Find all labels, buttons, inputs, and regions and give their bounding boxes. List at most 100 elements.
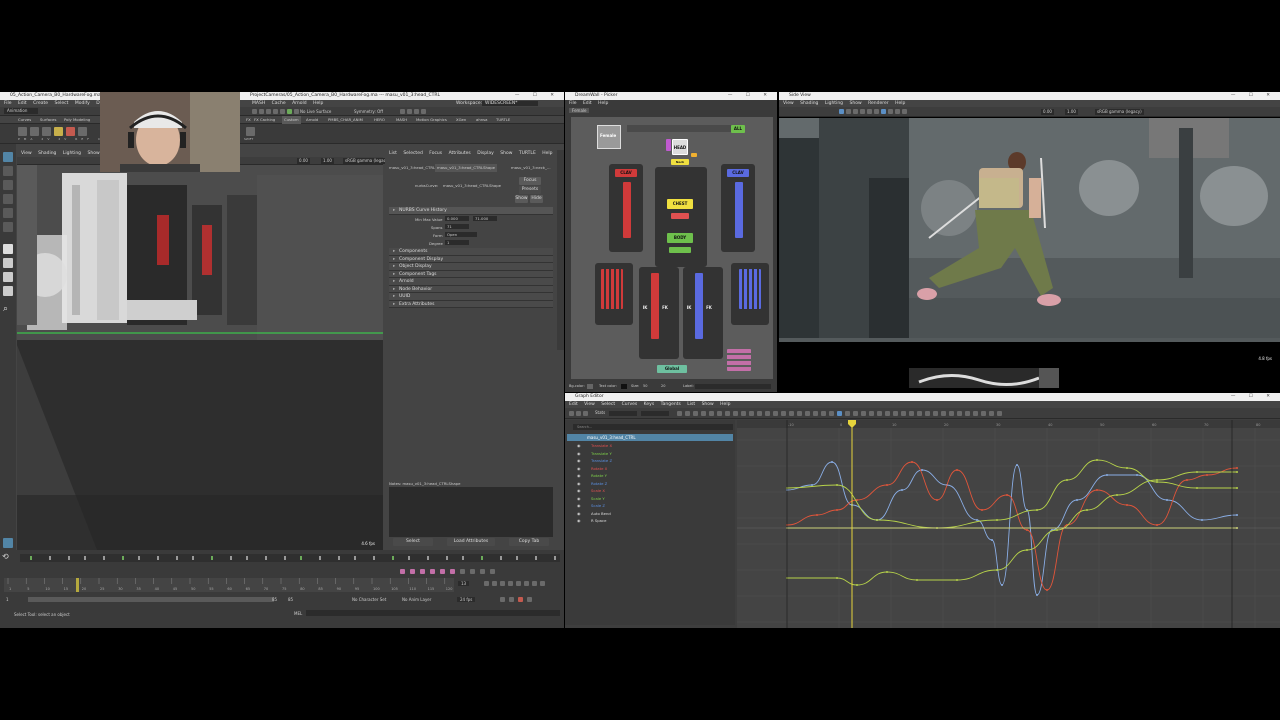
ae-menu-attributes[interactable]: Attributes <box>449 151 471 156</box>
key-point[interactable] <box>911 461 913 463</box>
live-surface[interactable]: No Live Surface <box>300 108 331 115</box>
ge-menu-tangents[interactable]: Tangents <box>661 402 681 407</box>
key-point[interactable] <box>816 514 818 516</box>
eye-icon[interactable]: ◉ <box>577 472 581 480</box>
ge-channel-row[interactable]: ◉ Auto Bend <box>565 510 731 518</box>
menu-cache[interactable]: Cache <box>272 101 286 106</box>
ae-show-button[interactable]: Show <box>515 195 528 203</box>
dope-key[interactable] <box>49 556 51 560</box>
shelf-tab-hero[interactable]: HERO <box>374 116 385 124</box>
key-point[interactable] <box>1106 474 1108 476</box>
mel-command-line[interactable] <box>306 610 560 616</box>
ge-frame-all-icon[interactable] <box>677 411 682 416</box>
vp-menu-shading[interactable]: Shading <box>38 151 56 156</box>
ge-normalize-icon[interactable] <box>837 411 842 416</box>
sv-xray-icon[interactable] <box>902 109 907 114</box>
dope-key[interactable] <box>427 556 429 560</box>
bg-color-swatch[interactable] <box>587 384 593 389</box>
ae-focus-button[interactable]: Focus <box>519 177 541 185</box>
shelf-tab-curves[interactable]: Curves <box>18 116 31 124</box>
dope-key[interactable] <box>68 556 70 560</box>
key-point[interactable] <box>916 579 918 581</box>
ae-menu-turtle[interactable]: TURTLE <box>519 151 536 156</box>
key-point[interactable] <box>1026 529 1028 531</box>
menu-mash[interactable]: MASH <box>252 101 265 106</box>
key-point[interactable] <box>1156 524 1158 526</box>
dope-key[interactable] <box>462 556 464 560</box>
key-point[interactable] <box>1046 589 1048 591</box>
dope-key[interactable] <box>354 556 356 560</box>
key-point[interactable] <box>996 519 998 521</box>
key-point[interactable] <box>1066 479 1068 481</box>
key-point[interactable] <box>1016 464 1018 466</box>
go-end-icon[interactable] <box>540 581 545 586</box>
shelf-tab-pmbs[interactable]: PMBS_CHAR_ANIM <box>328 116 363 124</box>
snap-view-icon[interactable] <box>280 109 285 114</box>
ge-auto-tangent-icon[interactable] <box>693 411 698 416</box>
ae-menu-display[interactable]: Display <box>477 151 494 156</box>
eye-icon[interactable]: ◉ <box>577 487 581 495</box>
go-start-icon[interactable] <box>484 581 489 586</box>
picker-menu-help[interactable]: Help <box>598 101 608 106</box>
key-point[interactable] <box>1086 509 1088 511</box>
dope-key[interactable] <box>230 556 232 560</box>
shelf-tab-mash[interactable]: MASH <box>396 116 407 124</box>
key-point[interactable] <box>1096 489 1098 491</box>
ge-channel-row[interactable]: ◉ Rotate Z <box>565 480 731 488</box>
dope-key[interactable] <box>176 556 178 560</box>
magnet-icon[interactable] <box>252 109 257 114</box>
dope-key[interactable] <box>446 556 448 560</box>
key-point[interactable] <box>996 569 998 571</box>
fps-dropdown[interactable]: 24 fps <box>457 597 476 602</box>
key-point[interactable] <box>886 571 888 573</box>
layout-single-icon[interactable] <box>3 244 13 254</box>
shelf-dsp-icon[interactable] <box>78 127 87 136</box>
ge-menu-show[interactable]: Show <box>702 402 714 407</box>
ge-more-icon[interactable] <box>997 411 1002 416</box>
menu-select[interactable]: Select <box>55 101 69 106</box>
autokey-icon[interactable] <box>518 597 523 602</box>
snap-curve-icon[interactable] <box>266 109 271 114</box>
range-start-field[interactable]: 1 <box>6 597 9 602</box>
key-point[interactable] <box>1036 594 1038 596</box>
shelf-2v2-icon[interactable] <box>42 127 51 136</box>
sv-isolate-icon[interactable] <box>895 109 900 114</box>
ae-section-nurbs[interactable]: NURBS Curve History <box>389 207 553 215</box>
key-point[interactable] <box>1076 499 1078 501</box>
key-point[interactable] <box>1036 509 1038 511</box>
character-set[interactable]: No Character Set <box>352 597 386 602</box>
ge-pin-icon[interactable] <box>949 411 954 416</box>
key-point[interactable] <box>976 519 978 521</box>
shelf-tab-xgen[interactable]: XGen <box>456 116 466 124</box>
ae-presets-button[interactable]: Presets <box>519 186 541 194</box>
layout-two-icon[interactable] <box>3 272 13 282</box>
dope-key[interactable] <box>157 556 159 560</box>
ge-buffer-icon[interactable] <box>781 411 786 416</box>
eye-icon[interactable]: ◉ <box>577 510 581 518</box>
curve-red[interactable] <box>786 461 1238 591</box>
ge-channel-row[interactable]: ◉ Scale X <box>565 487 731 495</box>
ae-load-button[interactable]: Load Attributes <box>447 538 495 546</box>
ae-tab-shape[interactable]: masu_v01_3:head_CTRLShape <box>435 164 497 172</box>
ae-section-uuid[interactable]: UUID <box>389 293 553 301</box>
current-frame-field[interactable]: 13 <box>458 581 470 586</box>
ae-menu-show[interactable]: Show <box>500 151 512 156</box>
range-end2-field[interactable]: 85 <box>288 597 293 602</box>
side-view-viewport[interactable]: 4.8 fps <box>779 118 1280 366</box>
ge-snap-icon[interactable] <box>901 411 906 416</box>
ae-max-field[interactable]: 71.000 <box>473 216 497 221</box>
sv-ao-icon[interactable] <box>881 109 886 114</box>
key-point[interactable] <box>1126 504 1128 506</box>
shelf-2v-icon[interactable] <box>30 127 39 136</box>
shelf-pma-icon[interactable] <box>18 127 27 136</box>
ge-menu-select[interactable]: Select <box>601 402 615 407</box>
ge-mirror-icon[interactable] <box>973 411 978 416</box>
ge-dope-icon[interactable] <box>821 411 826 416</box>
key-point[interactable] <box>956 579 958 581</box>
sv-wire-icon[interactable] <box>846 109 851 114</box>
ge-frame-sel-icon[interactable] <box>685 411 690 416</box>
shelf-tab-poly[interactable]: Poly Modeling <box>64 116 90 124</box>
ge-time-icon[interactable] <box>925 411 930 416</box>
ae-notes-field[interactable] <box>389 487 553 537</box>
ge-channel-row[interactable]: ◉ Translate Z <box>565 457 731 465</box>
